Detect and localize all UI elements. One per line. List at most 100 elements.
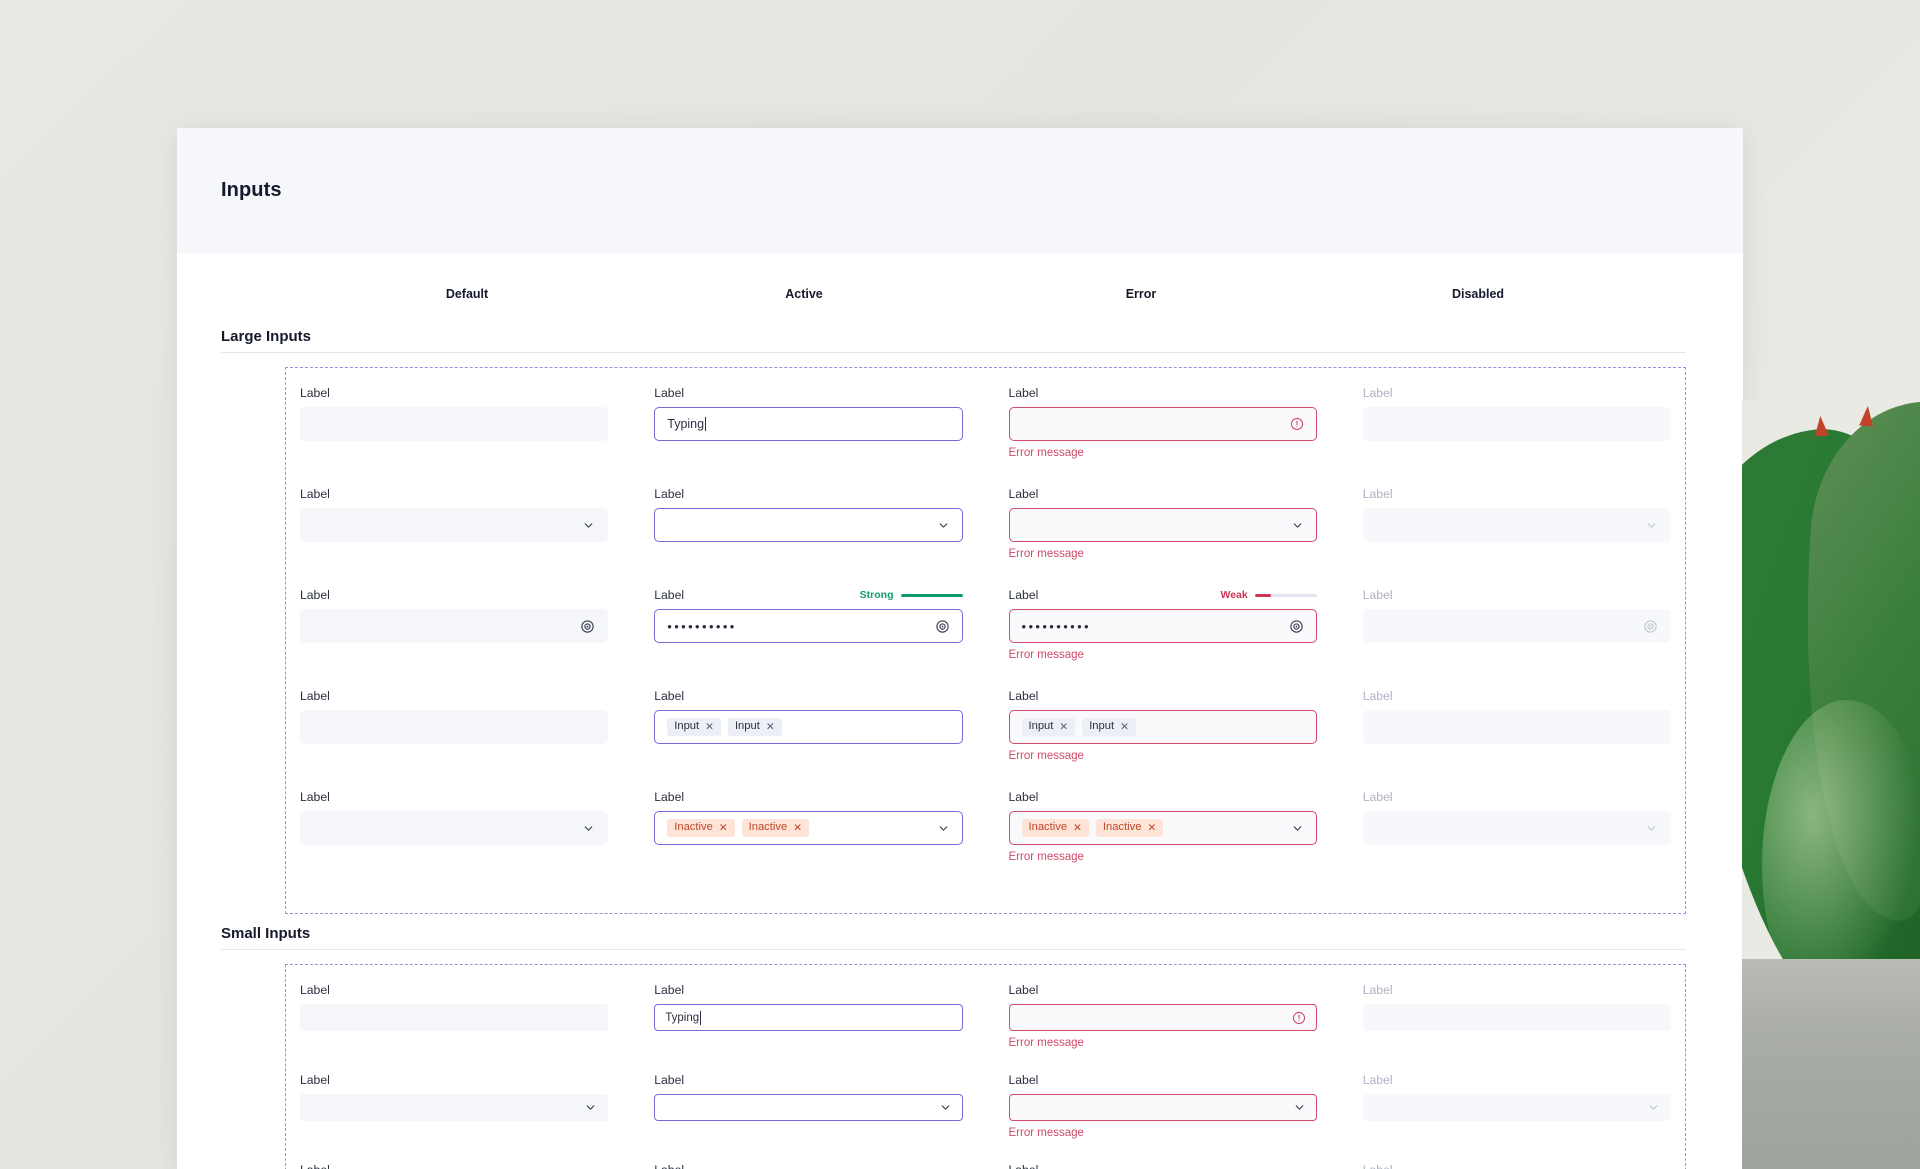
column-header-default: Default	[445, 287, 489, 301]
text-input-error[interactable]	[1008, 407, 1317, 441]
field-cell-default: Label	[300, 983, 609, 1073]
select-input-active[interactable]	[654, 508, 963, 542]
chevron-down-icon[interactable]	[937, 822, 950, 835]
error-message: Error message	[1008, 548, 1084, 560]
multiselect-input-disabled	[1362, 811, 1671, 845]
chip-input[interactable]: Input ✕	[727, 718, 782, 736]
field-label: Label	[300, 1073, 330, 1087]
chevron-down-icon[interactable]	[939, 1101, 952, 1114]
tag-input-default[interactable]	[300, 710, 609, 744]
section-divider	[221, 949, 1686, 950]
field-cell-default: Label	[300, 386, 609, 487]
chevron-down-icon[interactable]	[1293, 1101, 1306, 1114]
field-cell-disabled: Label	[1362, 689, 1671, 790]
close-icon[interactable]: ✕	[719, 823, 728, 834]
chevron-down-icon[interactable]	[582, 822, 595, 835]
chip-input[interactable]: Input ✕	[667, 718, 721, 736]
password-input-error[interactable]: ••••••••••	[1008, 609, 1317, 643]
error-message: Error message	[1008, 750, 1084, 762]
field-label: Label	[1362, 983, 1393, 997]
chip-inactive[interactable]: Inactive ✕	[1021, 819, 1089, 837]
field-label: Label	[1362, 487, 1393, 501]
close-icon[interactable]: ✕	[766, 722, 775, 733]
field-cell-disabled: Label	[1362, 487, 1671, 588]
column-header-row: Default Active Error Disabled	[177, 253, 1743, 319]
inputs-artboard: Inputs Default Active Error Disabled Lar…	[177, 128, 1743, 1169]
section-title: Small Inputs	[221, 924, 311, 942]
chip-label: Input	[1028, 720, 1054, 733]
field-label: Label	[300, 386, 330, 400]
leaf-tip	[1859, 405, 1875, 427]
field-label: Label	[1362, 588, 1393, 602]
select-input-active[interactable]	[654, 1094, 963, 1121]
column-header-active: Active	[785, 287, 823, 301]
select-input-error[interactable]	[1008, 508, 1317, 542]
field-cell-default: Label	[300, 689, 609, 790]
field-label: Label	[300, 588, 330, 602]
tag-input-active[interactable]: Input ✕ Input ✕	[654, 710, 963, 744]
multiselect-input-error[interactable]: Inactive ✕ Inactive ✕	[1008, 811, 1317, 845]
password-input-default[interactable]	[300, 609, 609, 643]
text-input-active[interactable]: Typing	[654, 407, 963, 441]
eye-icon[interactable]	[935, 619, 950, 634]
chip-inactive[interactable]: Inactive ✕	[667, 819, 735, 837]
field-label: Label	[1008, 588, 1039, 602]
field-value: ••••••••••	[667, 618, 737, 634]
field-label: Label	[1362, 386, 1393, 400]
tag-input-error[interactable]: Input ✕ Input ✕	[1008, 710, 1317, 744]
chevron-down-icon[interactable]	[582, 519, 595, 532]
multiselect-input-default[interactable]	[300, 811, 609, 845]
section-header-large-inputs: Large Inputs	[177, 319, 1743, 353]
close-icon[interactable]: ✕	[1059, 722, 1068, 733]
field-cell-disabled: Label	[1362, 386, 1671, 487]
multiselect-input-active[interactable]: Inactive ✕ Inactive ✕	[654, 811, 963, 845]
close-icon[interactable]: ✕	[1120, 722, 1129, 733]
chip-inactive[interactable]: Inactive ✕	[1095, 819, 1164, 837]
field-cell-error: LabelInput✕Input✕Error message	[1009, 1163, 1317, 1169]
chevron-down-icon[interactable]	[937, 519, 950, 532]
eye-icon[interactable]	[580, 619, 595, 634]
field-cell-error: Label Error message	[1008, 1073, 1317, 1163]
close-icon[interactable]: ✕	[793, 823, 802, 834]
chip-input[interactable]: Input ✕	[1082, 718, 1136, 736]
chip-input[interactable]: Input ✕	[1021, 718, 1076, 736]
text-input-default[interactable]	[300, 407, 609, 441]
field-label: Label	[654, 790, 685, 804]
field-label: Label	[654, 588, 685, 602]
small-inputs-frame: Label Label Typing Label Error message Label L…	[285, 964, 1686, 1169]
password-input-active[interactable]: ••••••••••	[654, 609, 963, 643]
alert-circle-icon[interactable]	[1292, 1011, 1306, 1025]
password-strength-label: Strong	[859, 589, 894, 601]
column-header-disabled: Disabled	[1451, 287, 1505, 301]
field-label: Label	[1363, 1163, 1671, 1169]
select-input-default[interactable]	[300, 1094, 609, 1121]
chip-list: Input ✕ Input ✕	[1021, 718, 1304, 736]
field-label: Label	[1362, 790, 1393, 804]
error-message: Error message	[1008, 1127, 1084, 1139]
field-cell-active: Label Typing	[654, 386, 963, 487]
text-input-default[interactable]	[300, 1004, 609, 1031]
eye-icon[interactable]	[1289, 619, 1304, 634]
chevron-down-icon[interactable]	[1291, 822, 1304, 835]
field-cell-disabled: Label	[1363, 1163, 1671, 1169]
select-input-default[interactable]	[300, 508, 609, 542]
close-icon[interactable]: ✕	[1073, 823, 1082, 834]
field-cell-default: Label	[300, 790, 609, 891]
close-icon[interactable]: ✕	[705, 722, 714, 733]
text-input-error[interactable]	[1008, 1004, 1317, 1031]
close-icon[interactable]: ✕	[1147, 823, 1156, 834]
chevron-down-icon[interactable]	[584, 1101, 597, 1114]
select-input-error[interactable]	[1008, 1094, 1317, 1121]
text-input-active[interactable]: Typing	[654, 1004, 963, 1031]
alert-circle-icon[interactable]	[1290, 417, 1304, 431]
field-label: Label	[1008, 1073, 1039, 1087]
tag-input-disabled	[1362, 710, 1671, 744]
chevron-down-icon	[1647, 1101, 1660, 1114]
chip-label: Inactive	[748, 821, 788, 834]
eye-icon	[1643, 619, 1658, 634]
chevron-down-icon[interactable]	[1291, 519, 1304, 532]
field-label: Label	[654, 386, 685, 400]
chip-label: Inactive	[1102, 821, 1142, 834]
chip-inactive[interactable]: Inactive ✕	[741, 819, 809, 837]
field-label: Label	[654, 983, 685, 997]
